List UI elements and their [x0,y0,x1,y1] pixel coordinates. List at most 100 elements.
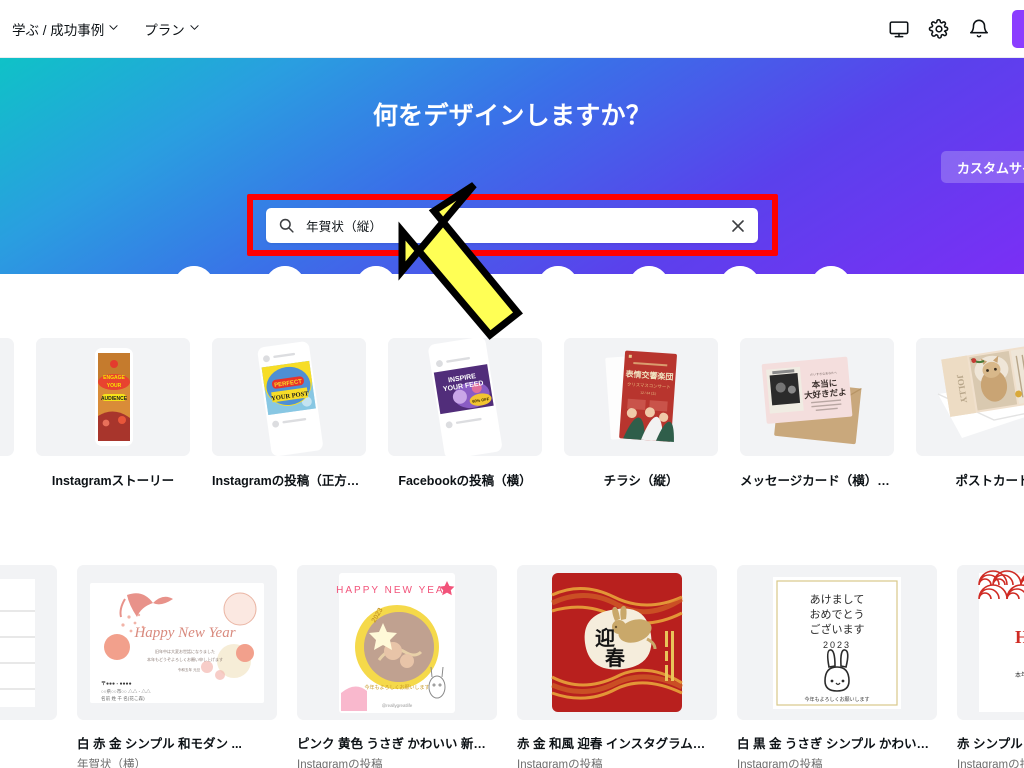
design-type-card[interactable]: だいすきなあなたへ 本当に 大好きだよ メッセージカード（横）（1... [740,338,894,489]
template-subtitle: 年賀状（横） [77,759,146,768]
design-type-thumbnail: JOLLY [916,338,1024,456]
design-type-label: Instagramストーリー [51,474,175,488]
recommended-card-row: ENGAGE YOUR AUDIENCE Instagramストーリー PERF… [0,338,1024,489]
svg-text:YOUR: YOUR [107,383,122,389]
svg-text:○○県○○市○○ △△ - △△: ○○県○○市○○ △△ - △△ [101,688,151,695]
category-social[interactable] [421,266,512,274]
nav-left-group: 学ぶ / 成功事例 プラン [0,19,199,39]
nav-item-learn[interactable]: 学ぶ / 成功事例 [12,19,118,39]
design-type-card[interactable]: INSPIRE YOUR FEED 60% OFF Facebookの投稿（横） [388,338,542,489]
template-card[interactable]: 迎 春 赤 金 和風 迎春 インスタグラム投稿 Instagramの投稿 [517,565,717,768]
design-type-card[interactable]: ENGAGE YOUR AUDIENCE Instagramストーリー [36,338,190,489]
nav-right-group: 作 [888,0,1024,57]
category-recommended[interactable]: おすすめ [148,266,239,274]
design-type-thumbnail: INSPIRE YOUR FEED 60% OFF [388,338,542,456]
hero-banner: 何をデザインしますか？ カスタムサイズ [0,58,1024,274]
svg-text:ENGAGE: ENGAGE [103,375,125,381]
website-icon [719,266,760,274]
create-design-button[interactable]: 作 [1012,9,1024,48]
category-print[interactable]: 印刷製品 [603,266,694,274]
svg-text:Happy: Happy [1015,627,1024,647]
design-type-card[interactable] [0,338,14,489]
recommended-section-title: せんか？ [0,303,308,328]
svg-text:ございます: ございます [810,622,865,636]
category-whiteboard[interactable]: ホワイトボード [239,266,330,274]
nav-item-plans-label: プラン [144,22,185,38]
svg-text:〒●●● - ●●●●: 〒●●● - ●●●● [101,681,132,687]
svg-text:迎: 迎 [595,626,615,650]
design-type-label: Instagramの投稿（正方形） [212,474,366,488]
chevron-down-icon [190,23,199,32]
category-website[interactable]: Webサイト [694,266,785,274]
template-card[interactable]: あけまして おめでとう ございます 2023 今年もよろしくお願いします 白 黒… [737,565,937,768]
template-title: ピンク 黄色 うさぎ かわいい 新年の... [297,737,497,751]
design-type-thumbnail [0,338,14,456]
presentation-icon [355,266,396,274]
sparkle-icon [173,266,214,274]
svg-text:今年もよろしくお願いします: 今年もよろしくお願いします [364,684,429,691]
svg-text:HAPPY NEW YEAR: HAPPY NEW YEAR [336,585,454,596]
template-card[interactable]: Happy New Year 旧年中は大変お世話になりました 本年もどうぞよろし… [77,565,277,768]
svg-text:本年もどうぞよろしくお願い申し上げます: 本年もどうぞよろしくお願い申し上げます [147,656,223,662]
svg-text:旧年中は大変お世話になりました: 旧年中は大変お世話になりました [155,648,215,654]
search-bar[interactable] [266,208,758,243]
gear-icon[interactable] [928,18,950,40]
bell-icon[interactable] [968,18,990,40]
template-subtitle: Instagramの投... [957,759,1024,768]
design-type-label: メッセージカード（横）（1... [740,474,894,488]
svg-text:おめでとう: おめでとう [810,608,865,621]
social-icon [446,266,487,274]
svg-text:あけまして: あけまして [810,593,865,606]
svg-text:令和五年 元旦: 令和五年 元旦 [178,667,201,672]
search-icon [278,217,295,234]
top-navigation-bar: 学ぶ / 成功事例 プラン [0,0,1024,58]
design-type-label: チラシ（縦） [603,474,679,488]
template-thumbnail: Happy New Year 旧年中は大変お世話になりました 本年もどうぞよろし… [77,565,277,720]
template-card-row: 得 賞品 [0,565,1024,768]
category-more[interactable]: もっと見る [785,266,876,274]
template-card[interactable]: 得 賞品 [0,565,57,768]
template-thumbnail: 迎 春 [517,565,717,720]
svg-text:本年もよろしくお願い申し上げます: 本年もよろしくお願い申し上げます [1015,671,1024,679]
canva-homepage: 学ぶ / 成功事例 プラン 何をデザインしますか？ カスタムサ 年賀状（縦） E… [0,0,1024,768]
template-title: 赤 金 和風 迎春 インスタグラム投稿 [517,737,717,751]
design-type-card[interactable]: PERFECT YOUR POST Instagramの投稿（正方形） [212,338,366,489]
design-type-label: ポストカード [955,474,1024,488]
svg-text:名前 姓 千 名(花こ森): 名前 姓 千 名(花こ森) [101,695,145,702]
design-type-thumbnail: だいすきなあなたへ 本当に 大好きだよ [740,338,894,456]
svg-text:2023: 2023 [823,640,851,650]
nav-item-plans[interactable]: プラン [144,19,199,39]
more-dots-icon [810,266,851,274]
template-title: 赤 シンプル ... [957,737,1024,751]
category-row: おすすめ ホワイトボード [0,266,1024,274]
svg-text:@reallygreatlife: @reallygreatlife [382,703,413,708]
close-icon[interactable] [730,218,746,234]
custom-size-button[interactable]: カスタムサイズ [941,151,1024,183]
template-subtitle: Instagramの投稿 [297,759,383,768]
design-type-thumbnail: ENGAGE YOUR AUDIENCE [36,338,190,456]
print-icon [628,266,669,274]
template-thumbnail: あけまして おめでとう ございます 2023 今年もよろしくお願いします [737,565,937,720]
template-title: 白 黒 金 うさぎ シンプル かわいい 新... [737,737,937,751]
svg-text:AUDIENCE: AUDIENCE [101,396,128,402]
chevron-down-icon [109,23,118,32]
search-input[interactable] [295,218,730,233]
whiteboard-icon [264,266,305,274]
template-thumbnail: Happy 本年もよろしくお願い申し上げます [957,565,1024,720]
design-type-label: Facebookの投稿（横） [398,474,532,488]
monitor-icon[interactable] [888,18,910,40]
category-presentation[interactable]: プレゼンテー... [330,266,421,274]
design-type-card[interactable]: JOLLY ポストカード [916,338,1024,489]
svg-text:今年もよろしくお願いします: 今年もよろしくお願いします [804,696,869,703]
design-type-thumbnail: PERFECT YOUR POST [212,338,366,456]
video-icon [537,266,578,274]
template-card[interactable]: Happy 本年もよろしくお願い申し上げます 赤 シンプル ... Instag… [957,565,1024,768]
hero-title: 何をデザインしますか？ [372,102,652,130]
template-thumbnail: HAPPY NEW YEAR 2023 今年もよろしくお願いします @reall… [297,565,497,720]
template-title: 白 赤 金 シンプル 和モダン ... [77,737,242,751]
category-video[interactable]: 動画 [512,266,603,274]
template-thumbnail: 得 賞品 [0,565,57,720]
svg-text:Happy New Year: Happy New Year [133,625,235,641]
template-card[interactable]: HAPPY NEW YEAR 2023 今年もよろしくお願いします @reall… [297,565,497,768]
design-type-card[interactable]: 表情交響楽団 クリスマスコンサート 12 / 24 (土) チラシ（縦） [564,338,718,489]
